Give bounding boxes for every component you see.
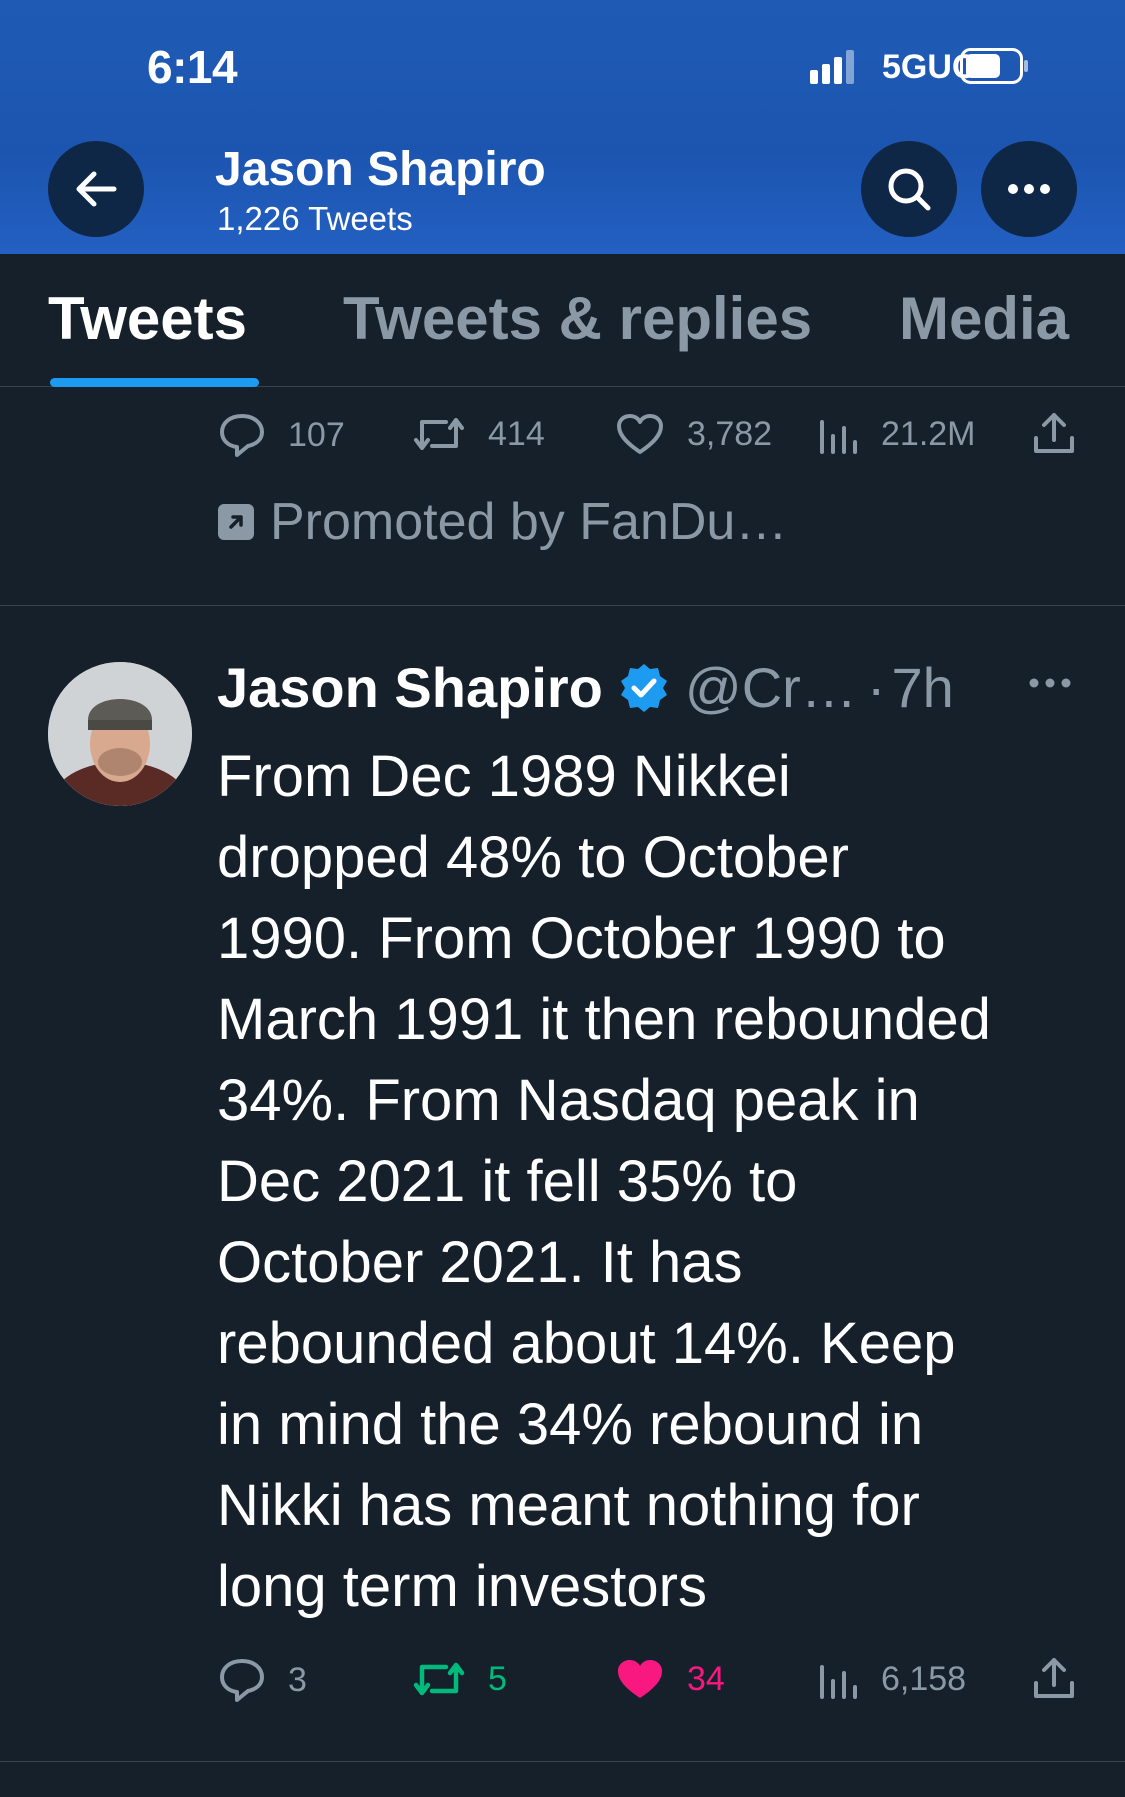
heart-outline-icon bbox=[617, 414, 663, 454]
more-dots-icon bbox=[1008, 184, 1050, 194]
promoted-text: Promoted by FanDu… bbox=[270, 493, 788, 551]
reply-icon bbox=[220, 1659, 264, 1702]
back-button[interactable] bbox=[48, 141, 144, 237]
header-tweet-count: 1,226 Tweets bbox=[217, 200, 413, 237]
tweet-text: From Dec 1989 Nikkei dropped 48% to Octo… bbox=[217, 744, 991, 1619]
promoted-label[interactable]: Promoted by FanDu… bbox=[218, 492, 787, 552]
search-icon bbox=[888, 168, 931, 211]
active-tab-indicator bbox=[50, 378, 259, 387]
tweet-meta-separator: · bbox=[866, 656, 886, 719]
tweet-actions: 3 5 34 6,158 bbox=[0, 1645, 1125, 1715]
share-icon bbox=[1034, 413, 1074, 453]
tweet-author-name[interactable]: Jason Shapiro bbox=[217, 655, 603, 720]
views-button[interactable]: 21.2M bbox=[817, 412, 976, 456]
search-button[interactable] bbox=[861, 141, 957, 237]
retweet-icon bbox=[414, 418, 464, 450]
promoted-icon bbox=[218, 504, 254, 540]
views-count: 6,158 bbox=[881, 1659, 967, 1698]
views-count: 21.2M bbox=[881, 414, 976, 453]
tab-tweets-and-replies[interactable]: Tweets & replies bbox=[343, 284, 812, 353]
verified-badge-icon bbox=[620, 663, 667, 712]
heart-filled-icon bbox=[618, 1660, 662, 1698]
reply-button[interactable]: 107 bbox=[218, 412, 345, 458]
battery-icon bbox=[960, 48, 1028, 84]
like-count: 34 bbox=[687, 1659, 725, 1698]
tweet-more-button[interactable] bbox=[1028, 676, 1072, 694]
retweet-button[interactable]: 5 bbox=[412, 1657, 507, 1701]
like-button[interactable]: 3,782 bbox=[615, 412, 772, 456]
profile-header: 6:14 5GUC Jason Shapiro 1,226 Tweets bbox=[0, 0, 1125, 254]
arrow-left-icon bbox=[76, 171, 117, 207]
tab-tweets[interactable]: Tweets bbox=[48, 284, 247, 353]
reply-count: 3 bbox=[288, 1660, 307, 1699]
reply-icon bbox=[220, 414, 264, 457]
views-button[interactable]: 6,158 bbox=[817, 1657, 966, 1701]
avatar[interactable] bbox=[48, 662, 192, 806]
profile-tabs: Tweets Tweets & replies Media bbox=[0, 254, 1125, 387]
views-bar-chart-icon bbox=[820, 420, 857, 454]
tweet-divider bbox=[0, 605, 1125, 606]
like-button[interactable]: 34 bbox=[615, 1657, 725, 1701]
tweet-header: Jason Shapiro @Cr… · 7h bbox=[217, 655, 954, 720]
tweet-author-handle[interactable]: @Cr… bbox=[685, 655, 857, 720]
like-count: 3,782 bbox=[687, 414, 773, 453]
header-profile-name: Jason Shapiro bbox=[215, 143, 546, 196]
share-icon bbox=[1034, 1658, 1074, 1698]
tweet-divider bbox=[0, 1761, 1125, 1762]
reply-button[interactable]: 3 bbox=[218, 1657, 307, 1703]
retweet-count: 414 bbox=[488, 414, 545, 453]
tab-media[interactable]: Media bbox=[899, 284, 1069, 353]
more-dots-icon bbox=[1029, 678, 1071, 688]
share-button[interactable] bbox=[1031, 410, 1099, 456]
more-options-button[interactable] bbox=[981, 141, 1077, 237]
retweet-count: 5 bbox=[488, 1659, 507, 1698]
previous-tweet-actions: 107 414 3,782 21.2M bbox=[0, 400, 1125, 470]
retweet-button[interactable]: 414 bbox=[412, 412, 545, 456]
reply-count: 107 bbox=[288, 415, 345, 454]
views-bar-chart-icon bbox=[820, 1665, 857, 1699]
retweet-icon bbox=[413, 1662, 465, 1696]
cellular-signal-icon bbox=[810, 50, 854, 84]
tweet-timestamp[interactable]: 7h bbox=[891, 655, 953, 720]
share-button[interactable] bbox=[1031, 1655, 1099, 1701]
status-time: 6:14 bbox=[147, 41, 238, 93]
